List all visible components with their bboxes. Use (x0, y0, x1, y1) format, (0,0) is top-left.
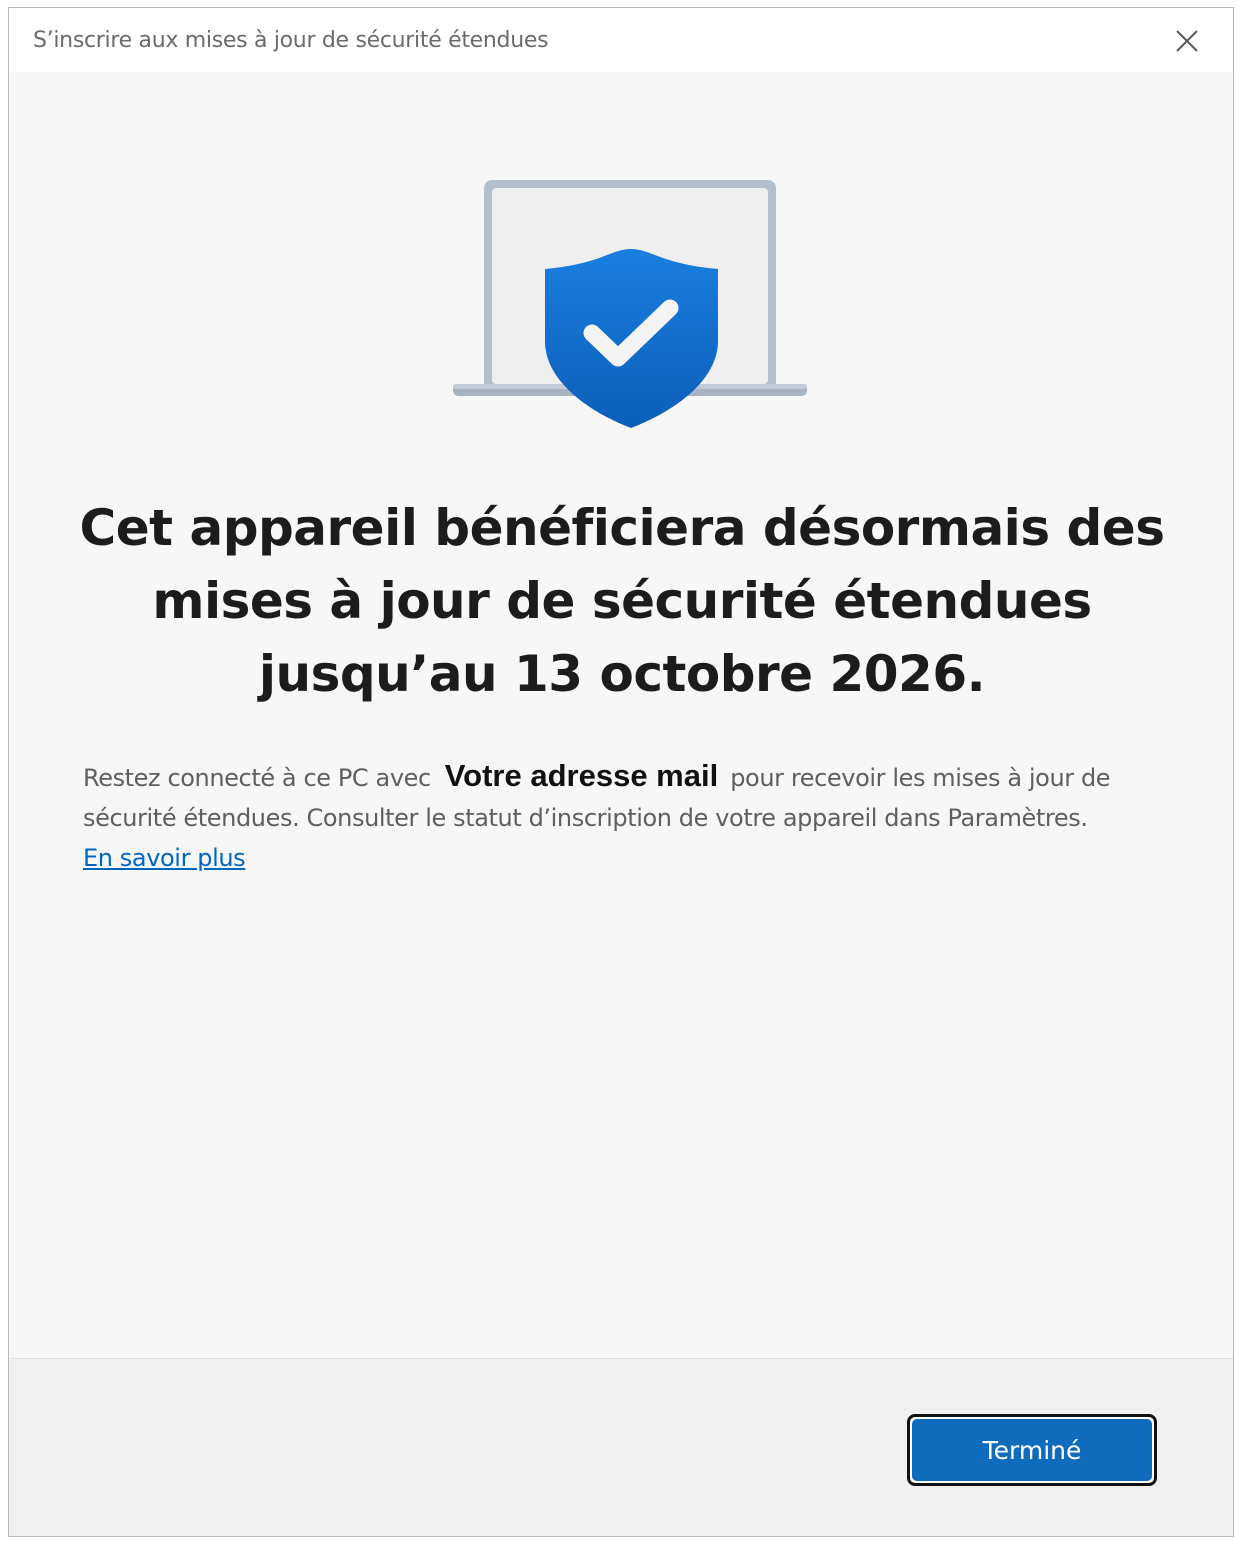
title-bar: S’inscrire aux mises à jour de sécurité … (9, 8, 1233, 72)
learn-more-link[interactable]: En savoir plus (83, 844, 246, 872)
window-title: S’inscrire aux mises à jour de sécurité … (33, 28, 549, 53)
dialog-footer: Terminé (9, 1358, 1233, 1536)
close-button[interactable] (1171, 25, 1203, 57)
description-text: Restez connecté à ce PC avec Votre adress… (83, 756, 1173, 878)
close-icon (1176, 30, 1198, 52)
page-title: Cet appareil bénéficiera désormais des m… (79, 499, 1165, 703)
dialog-content: Cet appareil bénéficiera désormais des m… (9, 72, 1233, 1358)
enrollment-dialog: S’inscrire aux mises à jour de sécurité … (8, 7, 1234, 1537)
done-button-label: Terminé (912, 1419, 1152, 1481)
laptop-shield-check-icon (453, 180, 807, 428)
laptop-shield-illustration (439, 176, 809, 446)
description-part-1: Restez connecté à ce PC avec (83, 764, 431, 792)
done-button[interactable]: Terminé (907, 1414, 1157, 1486)
account-email: Votre adresse mail (444, 758, 719, 793)
